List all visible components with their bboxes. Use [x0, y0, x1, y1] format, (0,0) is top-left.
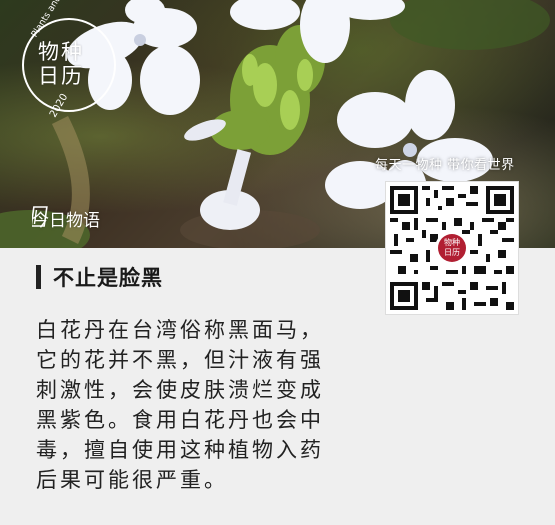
section-title: 不止是脸黑: [53, 266, 163, 290]
book-icon: [32, 206, 48, 227]
stamp-title-line1: 物种: [38, 40, 84, 64]
body-line: 它的花并不黑，但汁液有强: [36, 348, 324, 372]
body-line: 毒，擅自使用这种植物入药: [36, 438, 324, 462]
body-line: 刺激性，会使皮肤溃烂变成: [36, 378, 324, 402]
today-label: 今日物语: [32, 206, 100, 231]
qr-logo-badge: 物种 日历: [438, 234, 466, 262]
body-line: 黑紫色。食用白花丹也会中: [36, 408, 324, 432]
slogan: 每天一物种 带你看世界: [375, 158, 515, 173]
section-heading: 不止是脸黑: [36, 262, 163, 292]
qr-logo-line2: 日历: [444, 248, 460, 257]
body-line: 白花丹在台湾俗称黑面马，: [36, 318, 324, 342]
qr-logo-line1: 物种: [444, 238, 460, 247]
stamp-title: 物种 日历: [38, 40, 98, 88]
body-text: 白花丹在台湾俗称黑面马， 它的花并不黑，但汁液有强 刺激性，会使皮肤溃烂变成 黑…: [36, 315, 376, 495]
stamp-title-line2: 日历: [38, 64, 84, 88]
species-calendar-card: Plants and Animals 2020 物种 日历 每天一物种 带你看世…: [0, 0, 555, 525]
body-line: 后果可能很严重。: [36, 468, 228, 492]
heading-bar: [36, 265, 41, 289]
qr-code[interactable]: 物种 日历: [386, 182, 518, 314]
